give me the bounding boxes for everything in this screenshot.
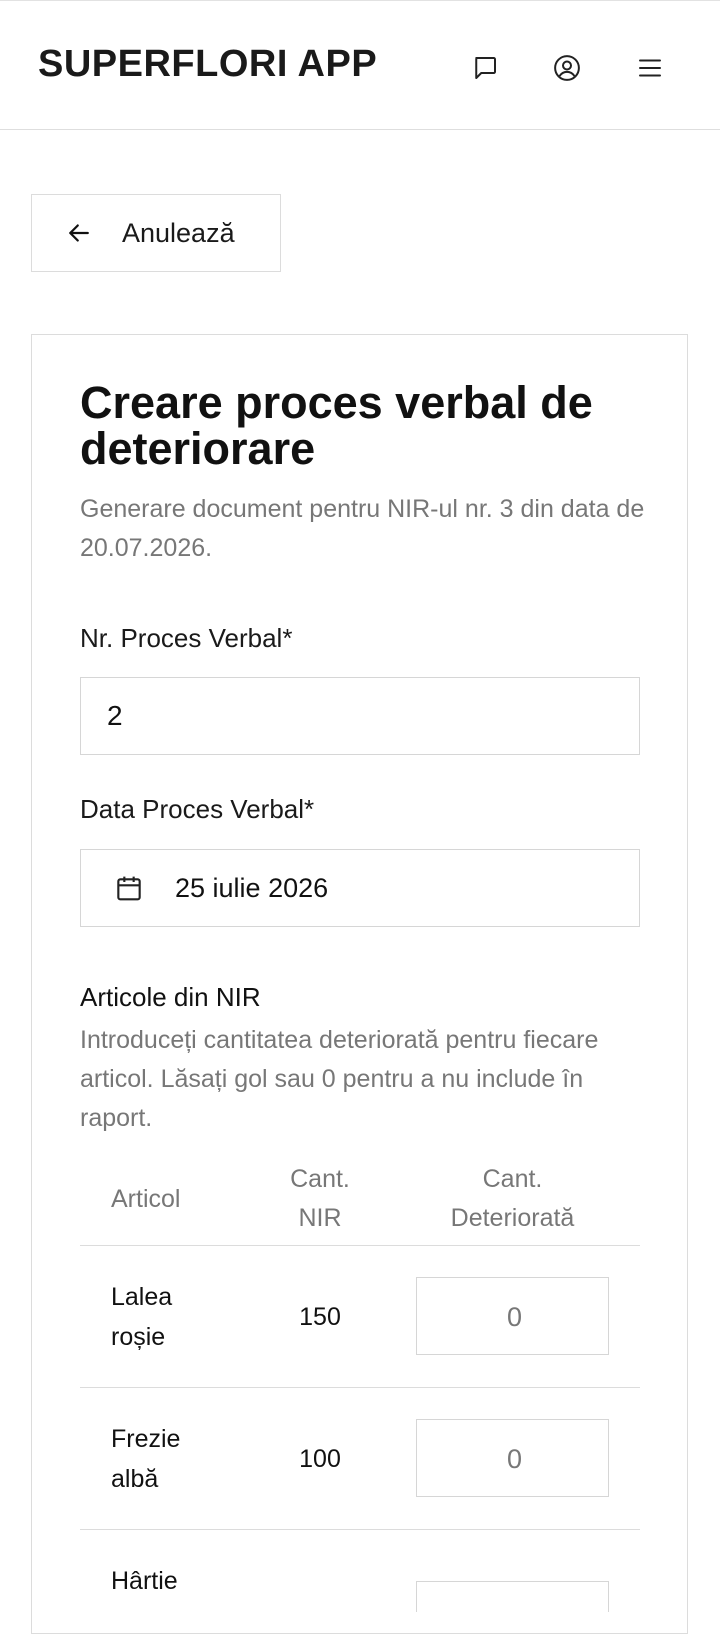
app-brand: SUPERFLORI APP — [38, 43, 378, 85]
nr-proces-verbal-label: Nr. Proces Verbal* — [80, 623, 293, 653]
date-picker-field[interactable]: 25 iulie 2026 — [80, 849, 640, 927]
nr-proces-verbal-field[interactable] — [80, 677, 640, 755]
nr-proces-verbal-input[interactable] — [105, 699, 609, 733]
items-section-title: Articole din NIR — [80, 982, 261, 1012]
damaged-qty-field[interactable] — [416, 1277, 612, 1356]
menu-icon[interactable] — [633, 51, 667, 85]
column-header-cant-deteriorata: Cant. Deteriorată — [450, 1165, 575, 1232]
page-title: Creare proces verbal de deteriorare — [80, 377, 593, 474]
arrow-left-icon — [64, 218, 94, 248]
chat-icon[interactable] — [468, 51, 502, 85]
table-row-name: Frezie albă — [111, 1425, 181, 1493]
cancel-button-label: Anulează — [122, 217, 235, 248]
data-proces-verbal-label: Data Proces Verbal* — [80, 794, 315, 824]
cancel-button[interactable]: Anulează — [31, 194, 281, 272]
app-header: SUPERFLORI APP — [0, 0, 720, 130]
page-subtitle: Generare document pentru NIR-ul nr. 3 di… — [80, 495, 645, 562]
damaged-qty-input[interactable] — [417, 1420, 612, 1498]
table-header-divider — [80, 1245, 640, 1246]
damaged-qty-field[interactable] — [416, 1419, 612, 1498]
items-section-description: Introduceți cantitatea deteriorată pentr… — [80, 1026, 599, 1132]
table-row-qty: 100 — [299, 1445, 341, 1473]
damaged-qty-input[interactable] — [417, 1278, 612, 1356]
user-account-icon[interactable] — [550, 51, 584, 85]
table-row-qty: 150 — [299, 1303, 341, 1331]
date-value: 25 iulie 2026 — [175, 872, 329, 903]
table-row-divider — [80, 1387, 640, 1388]
damaged-qty-field[interactable] — [416, 1581, 609, 1612]
calendar-icon — [113, 872, 145, 904]
table-row-divider — [80, 1529, 640, 1530]
table-row-name: Hârtie — [111, 1567, 178, 1595]
column-header-cant-nir: Cant. NIR — [290, 1165, 350, 1232]
column-header-articol: Articol — [111, 1185, 181, 1213]
table-row-name: Lalea roșie — [111, 1283, 173, 1351]
